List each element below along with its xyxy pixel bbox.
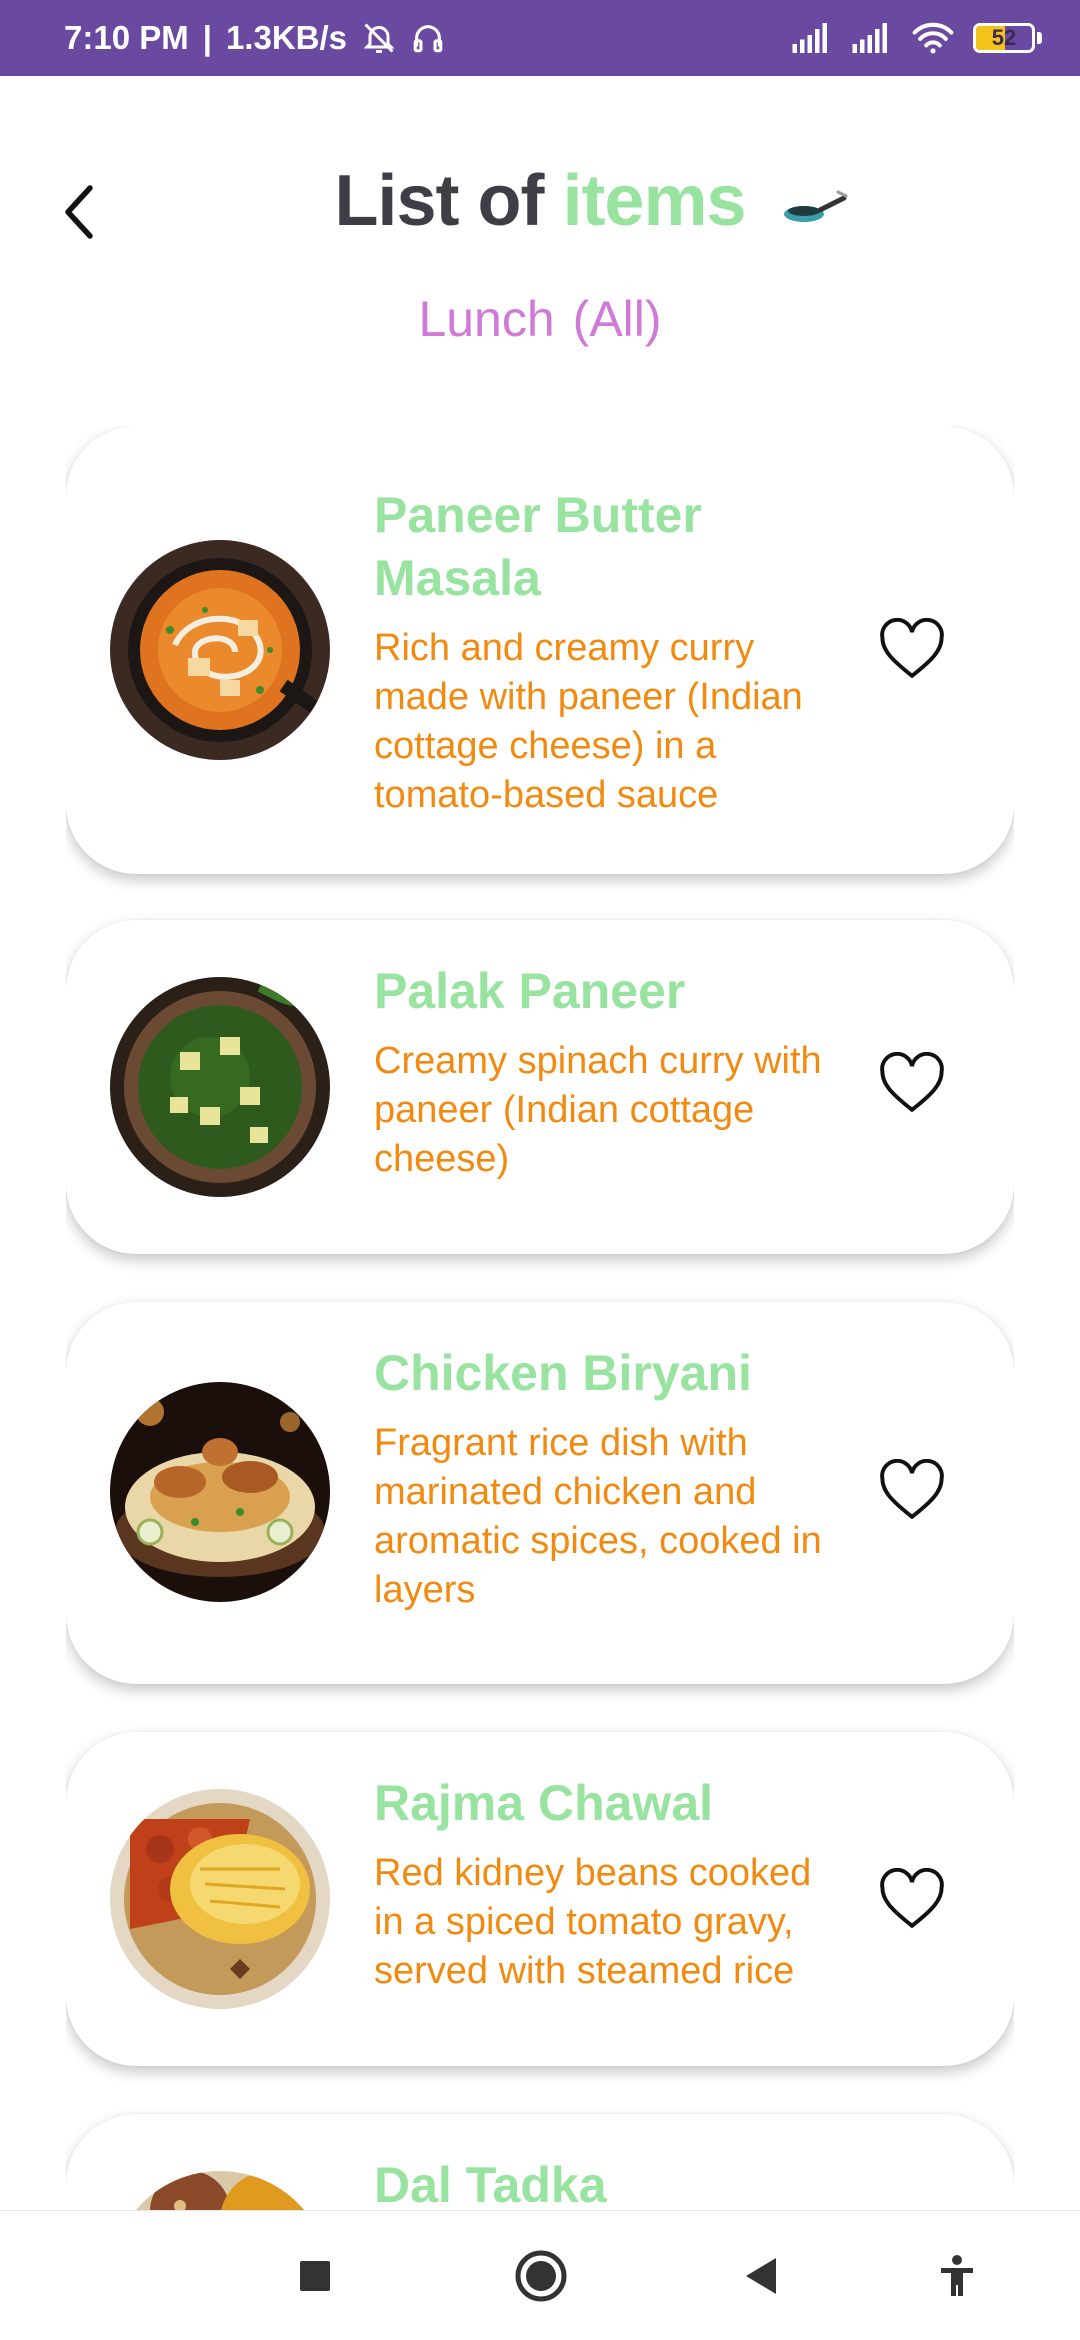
notifications-off-icon: [361, 20, 397, 56]
headset-icon: [411, 21, 445, 55]
signal-icon: [791, 23, 833, 53]
recents-button[interactable]: [280, 2241, 350, 2311]
favorite-button[interactable]: [876, 1866, 948, 1932]
title-part2: items: [562, 161, 746, 241]
list-item[interactable]: Rajma Chawal Red kidney beans cooked in …: [66, 1732, 1014, 2066]
filter-label: (All): [572, 291, 662, 347]
back-triangle-icon: [746, 2258, 776, 2294]
status-network-speed: 1.3KB/s: [225, 19, 348, 56]
recents-square-icon: [300, 2261, 330, 2291]
back-nav-button[interactable]: [726, 2241, 796, 2311]
item-title: Paneer Butter Masala: [374, 487, 702, 606]
list-item[interactable]: Paneer Butter Masala Rich and creamy cur…: [66, 426, 1014, 874]
heart-outline-icon: [880, 1868, 944, 1929]
list-item[interactable]: Dal Tadka: [66, 2114, 1014, 2211]
food-image-paneer-butter-masala: [110, 540, 330, 760]
food-image-chicken-biryani: [110, 1382, 330, 1602]
favorite-button[interactable]: [876, 1457, 948, 1523]
wifi-icon: [911, 21, 955, 55]
item-text: Chicken Biryani Fragrant rice dish with …: [374, 1342, 844, 1615]
heart-outline-icon: [880, 1459, 944, 1520]
accessibility-button[interactable]: [922, 2241, 992, 2311]
item-title: Rajma Chawal: [374, 1775, 714, 1831]
accessibility-icon: [941, 2255, 973, 2296]
item-text: Paneer Butter Masala Rich and creamy cur…: [374, 484, 844, 820]
item-description: Rich and creamy curry made with paneer (…: [374, 627, 803, 816]
item-title: Palak Paneer: [374, 963, 686, 1019]
items-list[interactable]: Paneer Butter Masala Rich and creamy cur…: [66, 426, 1014, 2211]
meal-type-label: Lunch: [418, 291, 555, 347]
item-description: Creamy spinach curry with paneer (Indian…: [374, 1040, 822, 1180]
home-button[interactable]: [506, 2241, 576, 2311]
status-left: 7:10 PM | 1.3KB/s: [64, 19, 445, 57]
food-image-dal-tadka: [110, 2171, 330, 2211]
food-image-rajma-chawal: [110, 1789, 330, 2009]
status-right: 52: [791, 21, 1042, 55]
home-circle-icon: [515, 2250, 567, 2302]
status-bar: 7:10 PM | 1.3KB/s 52: [0, 0, 1080, 76]
favorite-button[interactable]: [876, 1050, 948, 1116]
list-item[interactable]: Palak Paneer Creamy spinach curry with p…: [66, 920, 1014, 1254]
title-part1: List of: [334, 161, 544, 241]
item-title: Chicken Biryani: [374, 1345, 752, 1401]
favorite-button[interactable]: [876, 616, 948, 682]
list-item[interactable]: Chicken Biryani Fragrant rice dish with …: [66, 1302, 1014, 1684]
battery-level: 52: [991, 25, 1017, 50]
heart-outline-icon: [880, 618, 944, 679]
item-text: Dal Tadka: [374, 2154, 844, 2211]
status-separator: |: [202, 19, 212, 56]
frying-pan-icon: [784, 190, 848, 222]
item-text: Rajma Chawal Red kidney beans cooked in …: [374, 1772, 844, 1996]
status-time: 7:10 PM: [64, 19, 189, 56]
signal-icon: [851, 23, 893, 53]
battery-icon: 52: [973, 23, 1042, 53]
system-nav-bar: [0, 2210, 1080, 2340]
page-title: List of items: [0, 160, 1080, 242]
item-title: Dal Tadka: [374, 2157, 607, 2211]
food-image-palak-paneer: [110, 977, 330, 1197]
meal-subtitle: Lunch (All): [0, 290, 1080, 348]
heart-outline-icon: [880, 1052, 944, 1113]
item-description: Fragrant rice dish with marinated chicke…: [374, 1422, 822, 1611]
item-text: Palak Paneer Creamy spinach curry with p…: [374, 960, 844, 1184]
item-description: Red kidney beans cooked in a spiced toma…: [374, 1852, 812, 1992]
